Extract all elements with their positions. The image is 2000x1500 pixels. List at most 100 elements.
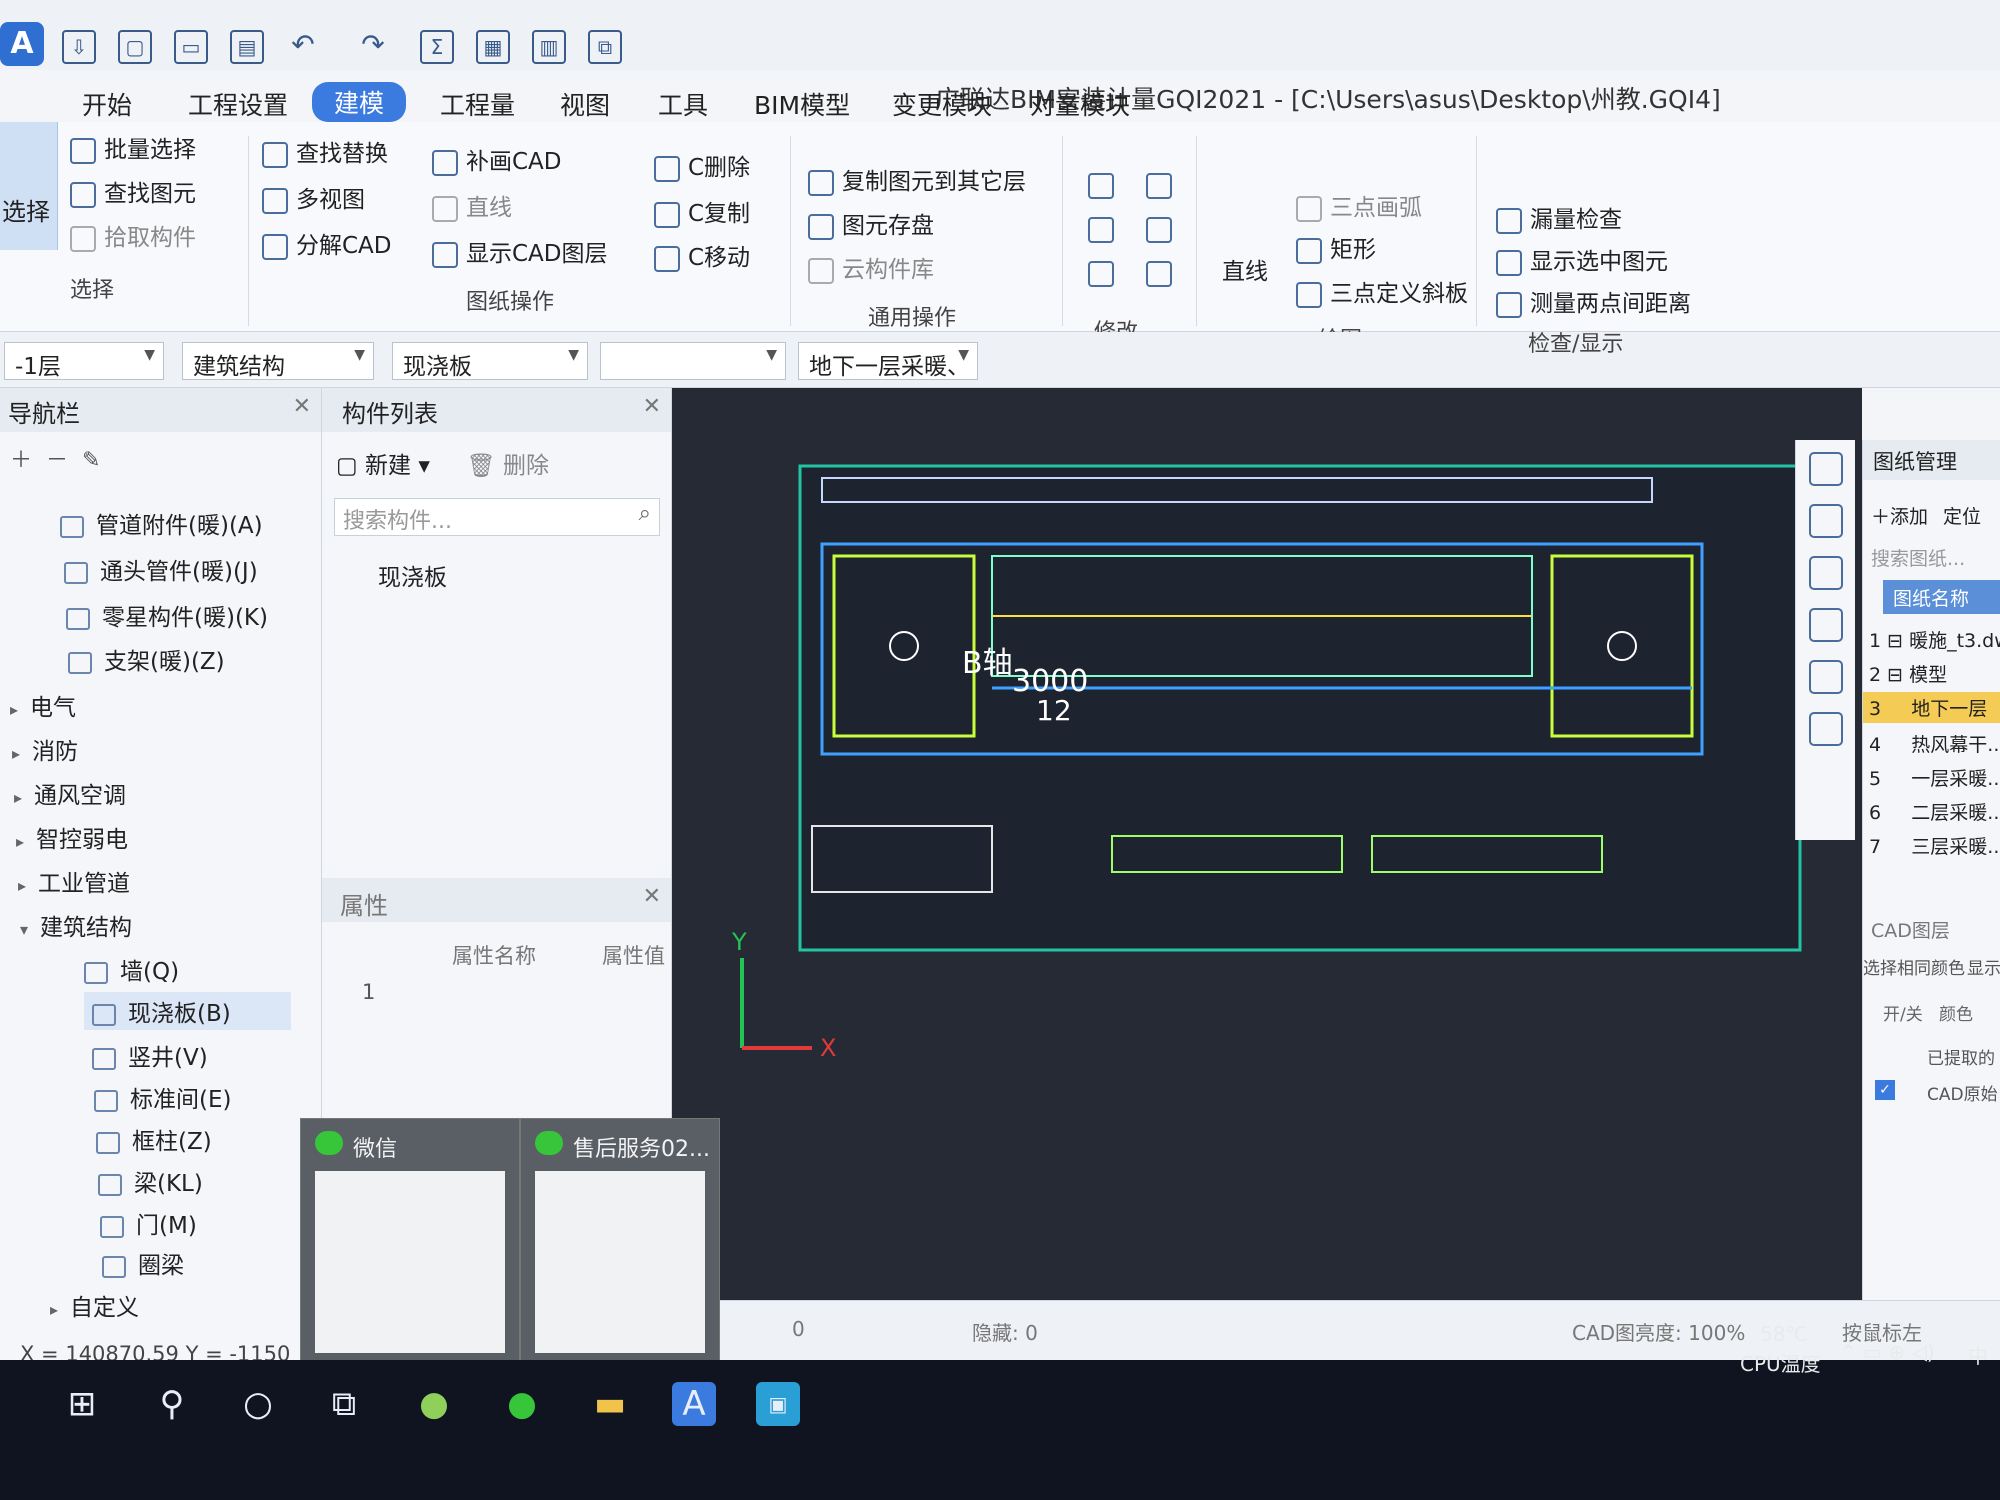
component-search-input[interactable]: 搜索构件... ⌕ [334, 498, 660, 536]
select-button[interactable]: 选择 [0, 122, 58, 250]
glodon-app-icon[interactable]: A [672, 1382, 716, 1426]
tab-start[interactable]: 开始 [82, 86, 132, 122]
element-save-button[interactable]: 图元存盘 [808, 206, 934, 240]
nav-item-column[interactable]: 框柱(Z) [96, 1122, 212, 1156]
iso-view-icon[interactable] [1808, 608, 1843, 642]
multi-view-button[interactable]: 多视图 [262, 180, 365, 214]
wechat-preview[interactable]: 微信 [300, 1118, 520, 1362]
nav-item-shaft[interactable]: 竖井(V) [92, 1038, 208, 1072]
c-delete-button[interactable]: C删除 [654, 148, 750, 182]
grid-icon[interactable]: ▦ [476, 30, 510, 64]
floor-select[interactable]: -1层 ▼ [4, 342, 164, 380]
nav-group-industrial-pipe[interactable]: ▸ 工业管道 [18, 864, 130, 898]
redo-icon[interactable]: ↷ [356, 30, 390, 64]
wechat-taskbar-icon[interactable]: ● [500, 1382, 544, 1426]
component-select[interactable]: ▼ [600, 342, 786, 380]
pick-component-button[interactable]: 拾取构件 [70, 218, 196, 252]
collapse-icon[interactable]: － [46, 448, 68, 473]
nav-item-tee-fitting[interactable]: 通头管件(暖)(J) [64, 552, 258, 586]
windows-start-icon[interactable]: ⊞ [60, 1382, 104, 1426]
measure-distance-button[interactable]: 测量两点间距离 [1496, 284, 1691, 318]
nav-item-bracket[interactable]: 支架(暖)(Z) [68, 642, 225, 676]
input-method-indicator[interactable]: 中 [1968, 1340, 1988, 1369]
close-icon[interactable]: ✕ [293, 394, 311, 419]
drawing-row[interactable]: 2 ⊟ 模型 [1869, 660, 1947, 687]
drawing-row[interactable]: 1 ⊟ 暖施_t3.dwg [1869, 626, 2000, 653]
view-list-icon[interactable] [1808, 712, 1843, 746]
drawing-ops-group-label[interactable]: 图纸操作 [466, 284, 554, 316]
select-same-color-button[interactable]: 选择相同颜色 [1863, 954, 1965, 979]
three-point-slab-button[interactable]: 三点定义斜板 [1296, 274, 1468, 308]
select-group-label[interactable]: 选择 [70, 272, 114, 304]
cloud-library-button[interactable]: 云构件库 [808, 250, 934, 284]
drawing-row-selected[interactable]: 3 地下一层 [1863, 692, 2000, 723]
find-element-button[interactable]: 查找图元 [70, 174, 196, 208]
flip-tool[interactable] [1146, 216, 1180, 243]
nav-group-electrical[interactable]: ▸ 电气 [10, 688, 76, 722]
edit-icon[interactable]: ✎ [82, 448, 100, 473]
file-explorer-icon[interactable]: ▬ [588, 1382, 632, 1426]
c-move-button[interactable]: C移动 [654, 238, 750, 272]
nav-item-door[interactable]: 门(M) [100, 1206, 197, 1240]
copy-to-floor-button[interactable]: 复制图元到其它层 [808, 162, 1026, 196]
move-tool[interactable] [1088, 216, 1122, 243]
open-folder-icon[interactable]: ▭ [174, 30, 208, 64]
common-ops-group-label[interactable]: 通用操作 [868, 300, 956, 332]
extracted-layer[interactable]: 已提取的 [1927, 1044, 1995, 1069]
search-icon[interactable]: ⚲ [150, 1382, 194, 1426]
drawing-canvas[interactable]: B轴 3000 12 Y X [672, 388, 1862, 1300]
status-cad-brightness[interactable]: CAD图亮度: 100% [1572, 1317, 1745, 1346]
tab-modeling[interactable]: 建模 [312, 82, 407, 122]
show-cad-layer-button[interactable]: 显示CAD图层 [432, 234, 608, 268]
c-copy-button[interactable]: C复制 [654, 194, 750, 228]
duplicate-tool[interactable] [1088, 172, 1122, 199]
type-select[interactable]: 现浇板 ▼ [392, 342, 588, 380]
find-replace-button[interactable]: 查找替换 [262, 134, 388, 168]
report-icon[interactable]: ▥ [532, 30, 566, 64]
nav-item-misc-component[interactable]: 零星构件(暖)(K) [66, 598, 268, 632]
nav-item-standard-room[interactable]: 标准间(E) [94, 1080, 231, 1114]
nav-group-custom[interactable]: ▸ 自定义 [50, 1288, 139, 1322]
rotate-view-icon[interactable] [1808, 660, 1843, 694]
nav-item-wall[interactable]: 墙(Q) [84, 952, 179, 986]
nav-group-hvac[interactable]: ▸ 通风空调 [14, 776, 126, 810]
orbit-icon[interactable] [1808, 452, 1843, 486]
task-view-icon[interactable]: ⧉ [322, 1382, 366, 1426]
component-item[interactable]: 现浇板 [378, 558, 447, 592]
supplement-cad-button[interactable]: 补画CAD [432, 142, 562, 176]
delete-tool[interactable] [1088, 260, 1122, 287]
check-display-group-label[interactable]: 检查/显示 [1528, 326, 1623, 358]
draw-line-button[interactable]: 直线 [1222, 252, 1268, 286]
nav-group-building-structure[interactable]: ▾ 建筑结构 [20, 908, 132, 942]
after-sales-preview[interactable]: 售后服务02... [520, 1118, 720, 1362]
drawing-row[interactable]: 6 二层采暖... [1869, 798, 2000, 825]
drawing-row[interactable]: 7 三层采暖... [1869, 832, 2000, 859]
category-select[interactable]: 建筑结构 ▼ [182, 342, 374, 380]
rotate-tool[interactable] [1146, 260, 1180, 287]
undo-icon[interactable]: ↶ [286, 30, 320, 64]
locate-drawing-button[interactable]: 定位 [1943, 502, 1981, 529]
tab-project-settings[interactable]: 工程设置 [188, 86, 288, 122]
drawing-select[interactable]: 地下一层采暖、 ▼ [798, 342, 978, 380]
cad-original-layer[interactable]: CAD原始 [1927, 1080, 1998, 1105]
new-file-icon[interactable]: ▢ [118, 30, 152, 64]
show-selected-button[interactable]: 显示选中图元 [1496, 242, 1668, 276]
tab-reconcile-module[interactable]: 对量模块 [1030, 86, 1130, 122]
mirror-tool[interactable] [1146, 172, 1180, 199]
close-icon[interactable]: ✕ [643, 394, 661, 419]
export-icon[interactable]: ⧉ [588, 30, 622, 64]
3d-view-icon[interactable] [1808, 504, 1843, 538]
rectangle-button[interactable]: 矩形 [1296, 230, 1376, 264]
leak-check-button[interactable]: 漏量检查 [1496, 200, 1622, 234]
batch-select-button[interactable]: 批量选择 [70, 130, 196, 164]
line-button[interactable]: 直线 [432, 188, 512, 222]
disk-icon[interactable]: ▤ [230, 30, 264, 64]
tab-quantity[interactable]: 工程量 [440, 86, 515, 122]
nav-group-smart-control[interactable]: ▸ 智控弱电 [16, 820, 128, 854]
nav-item-ring-beam[interactable]: 圈梁 [102, 1246, 184, 1280]
sum-icon[interactable]: Σ [420, 30, 454, 64]
cad-app-icon[interactable]: ▣ [756, 1382, 800, 1426]
save-icon[interactable]: ⇩ [62, 30, 96, 64]
tab-tools[interactable]: 工具 [658, 86, 708, 122]
drawing-row[interactable]: 4 热风幕干... [1869, 730, 2000, 757]
